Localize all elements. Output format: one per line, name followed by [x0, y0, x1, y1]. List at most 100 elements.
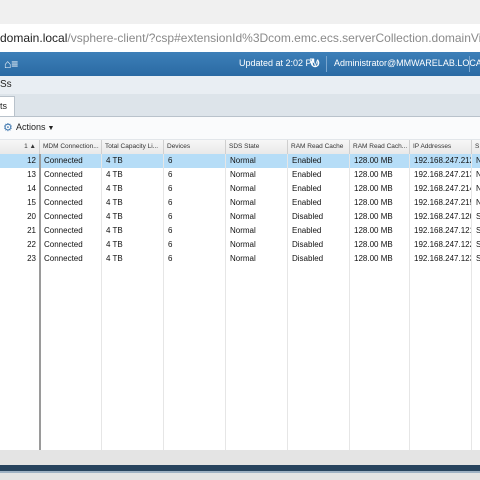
cell-s: S — [476, 212, 480, 221]
cell-total-capacity: 4 TB — [106, 212, 123, 221]
cell-ip-addresses: 192.168.247.120 — [414, 212, 472, 221]
table-row[interactable]: 14 Connected 4 TB 6 Normal Enabled 128.00 MB 19… — [0, 182, 480, 196]
cell-devices: 6 — [168, 226, 173, 235]
table-row[interactable]: 22 Connected 4 TB 6 Normal Disabled 128.00 MB 1… — [0, 238, 480, 252]
url-path: /vsphere-client/?csp#extensionId%3Dcom.e… — [67, 31, 480, 45]
cell-total-capacity: 4 TB — [106, 170, 123, 179]
cell-ram-read-cache: Enabled — [292, 170, 322, 179]
cell-sds-state: Normal — [230, 254, 256, 263]
cell-devices: 6 — [168, 240, 173, 249]
cell-total-capacity: 4 TB — [106, 198, 123, 207]
cell-ram-read-cache: Disabled — [292, 254, 324, 263]
table-row[interactable]: 20 Connected 4 TB 6 Normal Disabled 128.00 MB 1… — [0, 210, 480, 224]
cell-s: N — [476, 184, 480, 193]
table-row[interactable]: 12 Connected 4 TB 6 Normal Enabled 128.00 MB 19… — [0, 154, 480, 168]
page-title: Ss — [0, 79, 12, 90]
column-header-ram-read-cache[interactable]: RAM Read Cache — [288, 140, 350, 154]
cell-sds-state: Normal — [230, 184, 256, 193]
tab-bar: ts — [0, 94, 480, 117]
chevron-down-icon: ▼ — [47, 125, 55, 132]
cell-ram-read-cache-size: 128.00 MB — [354, 240, 393, 249]
column-header-sds-state[interactable]: SDS State — [226, 140, 288, 154]
table-row[interactable]: 13 Connected 4 TB 6 Normal Enabled 128.00 MB 19… — [0, 168, 480, 182]
cell-ip-addresses: 192.168.247.121 — [414, 226, 472, 235]
actions-label: Actions — [16, 122, 46, 132]
bottom-panel-edge — [0, 471, 480, 473]
cell-s: N — [476, 156, 480, 165]
cell-total-capacity: 4 TB — [106, 254, 123, 263]
cell-sds-state: Normal — [230, 240, 256, 249]
cell-sds-state: Normal — [230, 156, 256, 165]
tab-active[interactable]: ts — [0, 96, 15, 116]
cell-s: S — [476, 240, 480, 249]
browser-top-strip — [0, 0, 480, 25]
table-row[interactable]: 15 Connected 4 TB 6 Normal Enabled 128.00 MB 19… — [0, 196, 480, 210]
column-divider — [101, 154, 102, 450]
column-header-devices[interactable]: Devices — [164, 140, 226, 154]
column-header-mdm-connection[interactable]: MDM Connection... — [40, 140, 102, 154]
column-divider — [349, 154, 350, 450]
cell-devices: 6 — [168, 184, 173, 193]
cell-mdm-connection: Connected — [44, 156, 83, 165]
cell-ram-read-cache-size: 128.00 MB — [354, 254, 393, 263]
column-header-ip-addresses[interactable]: IP Addresses — [410, 140, 472, 154]
cell-sds-state: Normal — [230, 170, 256, 179]
header-divider — [326, 56, 327, 72]
column-header-s[interactable]: S — [472, 140, 480, 154]
sds-table: 1 ▲ MDM Connection... Total Capacity Li...… — [0, 140, 480, 450]
cell-ram-read-cache-size: 128.00 MB — [354, 226, 393, 235]
cell-total-capacity: 4 TB — [106, 156, 123, 165]
table-row[interactable]: 23 Connected 4 TB 6 Normal Disabled 128.00 MB 1… — [0, 252, 480, 266]
url-text[interactable]: domain.local/vsphere-client/?csp#extensi… — [0, 31, 480, 45]
cell-ram-read-cache-size: 128.00 MB — [354, 156, 393, 165]
cell-total-capacity: 4 TB — [106, 240, 123, 249]
cell-ip-addresses: 192.168.247.122 — [414, 240, 472, 249]
toolbar: ⚙ Actions ▼ — [0, 117, 480, 140]
user-name: Administrator@MMWARELAB.LOCAL — [334, 58, 480, 68]
cell-sds-state: Normal — [230, 198, 256, 207]
cell-ip-addresses: 192.168.247.215 — [414, 198, 472, 207]
cell-ram-read-cache-size: 128.00 MB — [354, 170, 393, 179]
cell-s: S — [476, 254, 480, 263]
url-host: domain.local — [0, 31, 68, 45]
cell-name: 23 — [27, 254, 36, 263]
cell-ram-read-cache: Disabled — [292, 212, 324, 221]
column-header-name[interactable]: 1 ▲ — [0, 140, 40, 154]
table-header: 1 ▲ MDM Connection... Total Capacity Li...… — [0, 140, 480, 155]
column-divider — [225, 154, 226, 450]
refresh-icon[interactable]: ↻ — [309, 55, 321, 72]
cell-ram-read-cache: Enabled — [292, 198, 322, 207]
page-title-bar: Ss — [0, 76, 480, 95]
column-divider — [163, 154, 164, 450]
table-row[interactable]: 21 Connected 4 TB 6 Normal Enabled 128.00 MB 19… — [0, 224, 480, 238]
address-bar[interactable]: domain.local/vsphere-client/?csp#extensi… — [0, 24, 480, 53]
cell-name: 20 — [27, 212, 36, 221]
cell-name: 22 — [27, 240, 36, 249]
column-header-ram-read-cache-size[interactable]: RAM Read Cach... — [350, 140, 410, 154]
column-header-total-capacity[interactable]: Total Capacity Li... — [102, 140, 164, 154]
cell-ram-read-cache-size: 128.00 MB — [354, 212, 393, 221]
cell-s: N — [476, 170, 480, 179]
cell-devices: 6 — [168, 156, 173, 165]
home-menu-button[interactable]: ⌂≡ — [4, 57, 18, 71]
user-menu[interactable]: Administrator@MMWARELAB.LOCAL▼ — [334, 58, 480, 68]
cell-sds-state: Normal — [230, 226, 256, 235]
column-divider — [409, 154, 410, 450]
cell-name: 14 — [27, 184, 36, 193]
cell-devices: 6 — [168, 170, 173, 179]
cell-total-capacity: 4 TB — [106, 184, 123, 193]
app-header: ⌂≡ Updated at 2:02 PM ↻ Administrator@MM… — [0, 52, 480, 77]
cell-name: 12 — [27, 156, 36, 165]
cell-ram-read-cache: Disabled — [292, 240, 324, 249]
gear-icon[interactable]: ⚙ — [3, 121, 13, 134]
actions-menu-button[interactable]: Actions ▼ — [16, 122, 54, 132]
cell-ram-read-cache: Enabled — [292, 184, 322, 193]
cell-ram-read-cache: Enabled — [292, 156, 322, 165]
cell-ip-addresses: 192.168.247.123 — [414, 254, 472, 263]
menu-icon: ≡ — [11, 57, 19, 71]
cell-ip-addresses: 192.168.247.214 — [414, 184, 472, 193]
cell-total-capacity: 4 TB — [106, 226, 123, 235]
cell-name: 21 — [27, 226, 36, 235]
cell-sds-state: Normal — [230, 212, 256, 221]
tab-label: ts — [0, 101, 8, 111]
